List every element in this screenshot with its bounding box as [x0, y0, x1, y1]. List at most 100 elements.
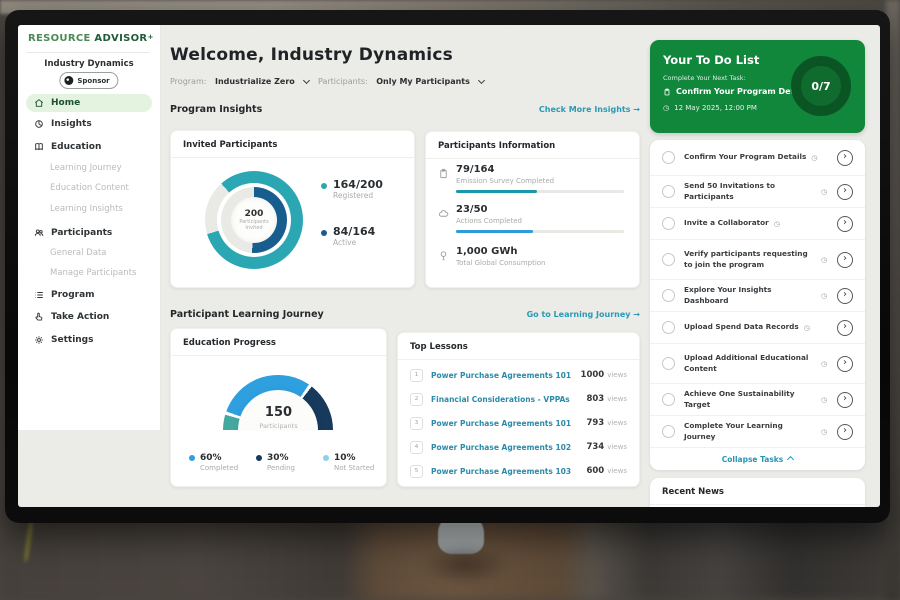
gauge-legend-pending: 30% Pending	[256, 453, 295, 472]
sidebar-item-learning-journey[interactable]: Learning Journey	[26, 159, 152, 177]
active-value: 84/164	[333, 226, 375, 238]
sidebar-item-education-content[interactable]: Education Content	[26, 179, 152, 197]
invited-total: 200	[245, 209, 264, 219]
task-checkbox[interactable]	[662, 321, 675, 334]
task-row[interactable]: Confirm Your Program Details ◷ ›	[650, 140, 865, 176]
card-title: Education Progress	[183, 338, 276, 348]
task-row[interactable]: Upload Spend Data Records ◷ ›	[650, 312, 865, 344]
sidebar-item-general-data[interactable]: General Data	[26, 244, 152, 262]
task-open-chevron[interactable]: ›	[837, 424, 853, 440]
todo-next-task: Confirm Your Program Details	[663, 87, 810, 96]
sidebar-item-program[interactable]: Program	[26, 286, 152, 304]
dashboard-screen: RESOURCE ADVISOR+ Industry Dynamics Spon…	[18, 25, 880, 507]
task-label: Explore Your Insights Dashboard	[684, 285, 816, 305]
sidebar-item-label: Home	[51, 98, 80, 108]
task-row[interactable]: Explore Your Insights Dashboard ◷ ›	[650, 280, 865, 312]
clock-icon: ◷	[821, 360, 827, 368]
sidebar-item-settings[interactable]: Settings	[26, 331, 152, 349]
task-row[interactable]: Send 50 Invitations to Participants ◷ ›	[650, 176, 865, 208]
sidebar-item-label: General Data	[50, 248, 107, 258]
lesson-rank: 3	[410, 417, 423, 430]
clipboard-icon	[438, 168, 449, 179]
clock-icon: ◷	[811, 154, 817, 162]
task-checkbox[interactable]	[662, 151, 675, 164]
task-open-chevron[interactable]: ›	[837, 216, 853, 232]
task-open-chevron[interactable]: ›	[837, 252, 853, 268]
task-checkbox[interactable]	[662, 217, 675, 230]
clock-icon: ◷	[821, 256, 827, 264]
program-select[interactable]: Program: Industrialize Zero	[170, 77, 309, 86]
task-open-chevron[interactable]: ›	[837, 184, 853, 200]
chevron-up-icon	[787, 456, 794, 463]
card-divider	[650, 504, 865, 505]
task-row[interactable]: Complete Your Learning Journey ◷ ›	[650, 416, 865, 448]
sidebar-item-education[interactable]: Education	[26, 138, 152, 156]
collapse-tasks-link[interactable]: Collapse Tasks	[650, 448, 865, 470]
task-row[interactable]: Achieve One Sustainability Target ◷ ›	[650, 384, 865, 416]
task-row[interactable]: Invite a Collaborator ◷ ›	[650, 208, 865, 240]
sponsor-badge[interactable]: Sponsor	[59, 72, 118, 89]
task-checkbox[interactable]	[662, 425, 675, 438]
book-icon	[34, 142, 44, 152]
page-title: Welcome, Industry Dynamics	[170, 45, 453, 65]
task-checkbox[interactable]	[662, 393, 675, 406]
check-more-insights-link[interactable]: Check More Insights →	[478, 105, 640, 114]
legend-dot-active	[321, 230, 327, 236]
people-icon	[34, 228, 44, 238]
consumption-value: 1,000 GWh	[456, 246, 517, 257]
task-open-chevron[interactable]: ›	[837, 288, 853, 304]
sidebar-item-label: Education Content	[50, 183, 129, 193]
task-checkbox[interactable]	[662, 185, 675, 198]
card-divider	[426, 158, 639, 159]
task-row[interactable]: Verify participants requesting to join t…	[650, 240, 865, 280]
sidebar-item-home[interactable]: Home	[26, 94, 152, 112]
card-divider	[171, 157, 414, 158]
clock-icon: ◷	[821, 396, 827, 404]
sidebar-item-take-action[interactable]: Take Action	[26, 308, 152, 326]
task-open-chevron[interactable]: ›	[837, 356, 853, 372]
lesson-link[interactable]: Power Purchase Agreements 101	[431, 371, 571, 380]
task-label: Verify participants requesting to join t…	[684, 249, 816, 269]
sidebar-item-learning-insights[interactable]: Learning Insights	[26, 200, 152, 218]
task-open-chevron[interactable]: ›	[837, 150, 853, 166]
lesson-link[interactable]: Power Purchase Agreements 101	[431, 419, 571, 428]
task-open-chevron[interactable]: ›	[837, 320, 853, 336]
logo-advisor: ADVISOR	[94, 33, 147, 44]
sidebar-item-participants[interactable]: Participants	[26, 224, 152, 242]
invited-donut-inner: 200 Participants Invited	[221, 187, 287, 253]
task-checkbox[interactable]	[662, 357, 675, 370]
card-title: Participants Information	[438, 141, 555, 151]
clock-icon: ◷	[821, 188, 827, 196]
lesson-link[interactable]: Financial Considerations - VPPAs	[431, 395, 570, 404]
emission-survey-progressbar	[456, 190, 624, 193]
task-checkbox[interactable]	[662, 289, 675, 302]
sidebar-item-label: Take Action	[51, 312, 109, 322]
invited-participants-card: Invited Participants 200 Participants In…	[170, 130, 415, 288]
go-to-learning-journey-link[interactable]: Go to Learning Journey →	[478, 310, 640, 319]
section-program-insights: Program Insights	[170, 104, 262, 115]
org-name: Industry Dynamics	[18, 59, 160, 69]
sidebar-item-manage-participants[interactable]: Manage Participants	[26, 264, 152, 282]
card-divider	[171, 355, 386, 356]
lesson-row: 3 Power Purchase Agreements 101 793 view…	[398, 411, 639, 435]
task-row[interactable]: Upload Additional Educational Content ◷ …	[650, 344, 865, 384]
participants-select[interactable]: Participants: Only My Participants	[318, 77, 484, 86]
sidebar-item-label: Learning Journey	[50, 163, 122, 173]
clock-icon: ◷	[821, 292, 827, 300]
lesson-link[interactable]: Power Purchase Agreements 102	[431, 443, 571, 452]
program-value: Industrialize Zero	[215, 77, 295, 86]
gauge-legend-completed: 60% Completed	[189, 453, 238, 472]
lesson-link[interactable]: Power Purchase Agreements 103	[431, 467, 571, 476]
monitor-stand-shadow	[420, 545, 510, 585]
legend-registered: 164/200 Registered	[321, 179, 383, 200]
sidebar-divider	[26, 52, 150, 53]
todo-summary-card: Your To Do List Complete Your Next Task:…	[650, 40, 865, 133]
registered-label: Registered	[333, 191, 383, 200]
sidebar-item-label: Insights	[51, 119, 92, 129]
task-checkbox[interactable]	[662, 253, 675, 266]
lesson-row: 1 Power Purchase Agreements 101 1000 vie…	[398, 363, 639, 387]
sidebar-item-label: Program	[51, 290, 95, 300]
sidebar-item-insights[interactable]: Insights	[26, 115, 152, 133]
todo-datetime: ◷ 12 May 2025, 12:00 PM	[663, 104, 757, 112]
task-open-chevron[interactable]: ›	[837, 392, 853, 408]
